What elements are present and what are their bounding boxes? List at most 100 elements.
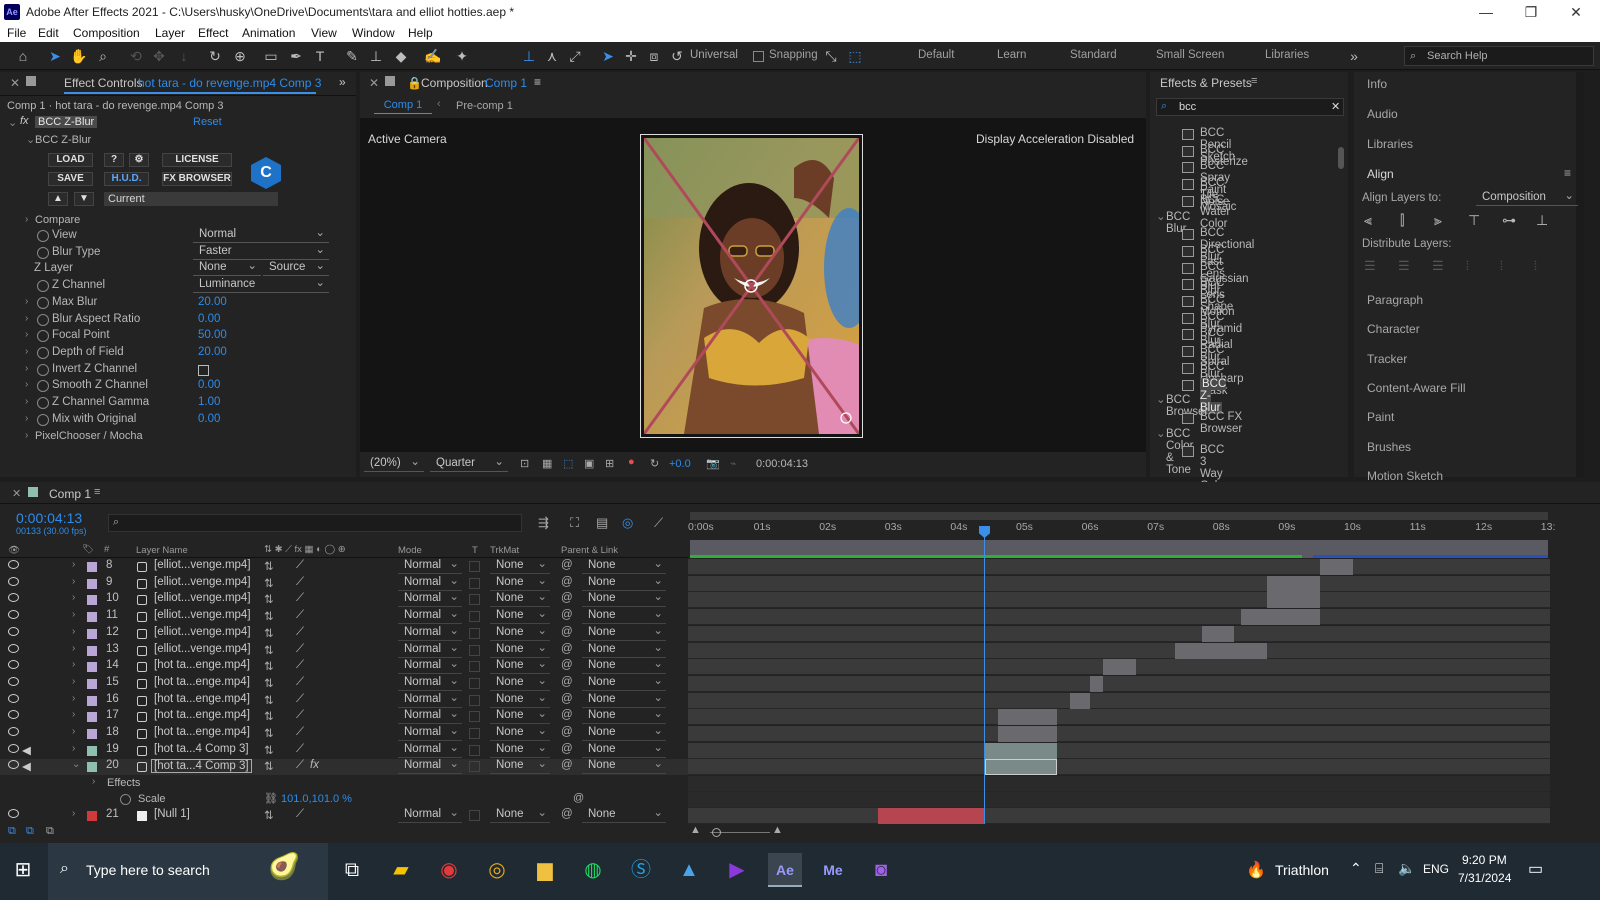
visibility-eye-icon[interactable]	[8, 676, 19, 686]
roto-brush-icon[interactable]: ✍	[424, 47, 442, 65]
prop-expand-icon[interactable]: ›	[25, 363, 28, 374]
audio-speaker-icon[interactable]: ◀	[22, 759, 31, 773]
visibility-eye-icon[interactable]	[8, 727, 19, 736]
quality-switch-icon[interactable]: ⟋	[296, 693, 304, 706]
prop-expand-icon[interactable]: ›	[25, 379, 28, 390]
layer-label-color[interactable]	[87, 745, 97, 756]
pickwhip-icon[interactable]: @	[561, 693, 573, 705]
prop-value[interactable]: 0.00	[198, 313, 220, 325]
skype-icon[interactable]: Ⓢ	[624, 853, 658, 887]
prop-expand-icon[interactable]: ›	[25, 329, 28, 340]
layer-track[interactable]	[688, 726, 1550, 742]
taskbar-search[interactable]: ⌕ Type here to search 🥑	[48, 843, 328, 900]
effect-controls-target[interactable]: hot tara - do revenge.mp4 Comp 3	[138, 76, 321, 90]
zoom-slider-thumb[interactable]	[712, 828, 721, 837]
local-axis-icon[interactable]: ⊥	[520, 47, 538, 65]
layer-row[interactable]: ›11[elliot...venge.mp4]⇅⟋NormalNone@None	[0, 606, 688, 625]
layer-expand-icon[interactable]: ›	[72, 609, 75, 620]
network-icon[interactable]: ⌸	[1375, 860, 1383, 877]
collapse-arrow-icon[interactable]: ⌄	[8, 116, 17, 129]
reset-exposure-icon[interactable]: ↻	[650, 457, 659, 470]
info-panel-tab[interactable]: Info	[1367, 77, 1387, 91]
prop-dropdown[interactable]: Luminance	[193, 275, 329, 294]
pen-tool-icon[interactable]: ✒	[287, 47, 305, 65]
effects-expand-icon[interactable]: ›	[92, 776, 95, 787]
eraser-tool-icon[interactable]: ◆	[392, 47, 410, 65]
shy-switch-icon[interactable]: ⇅	[264, 659, 274, 673]
stopwatch-icon[interactable]	[37, 363, 49, 376]
effect-item[interactable]: BCC Radial Blur	[1182, 327, 1233, 363]
layer-label-color[interactable]	[87, 612, 97, 623]
layer-name[interactable]: [hot ta...4 Comp 3]	[154, 743, 249, 755]
prop-dropdown[interactable]: Normal	[193, 225, 329, 243]
layer-clip-bar[interactable]	[1267, 592, 1320, 609]
pickwhip-icon[interactable]: @	[561, 743, 573, 755]
visibility-eye-icon[interactable]	[8, 610, 19, 620]
reset-link[interactable]: Reset	[193, 116, 222, 128]
preserve-transparency-checkbox[interactable]	[469, 644, 480, 656]
timeline-menu-icon[interactable]: ≡	[94, 486, 100, 498]
file-explorer-icon[interactable]: ▆	[528, 853, 562, 887]
menu-view[interactable]: View	[311, 26, 337, 40]
layer-name[interactable]: [hot ta...enge.mp4]	[154, 693, 250, 705]
effects-menu-icon[interactable]: ≡	[1251, 75, 1257, 87]
zoom-tool-icon[interactable]: ⌕	[94, 47, 112, 65]
null-layer-row[interactable]: › 21 [Null 1] ⇅ ⟋ Normal None @ None	[0, 805, 688, 824]
comp-viewer[interactable]: Active Camera Display Acceleration Disab…	[360, 118, 1146, 452]
pickwhip-icon[interactable]: @	[561, 659, 573, 671]
align-left-icon[interactable]: ⫷	[1364, 212, 1372, 229]
weather-label[interactable]: Triathlon	[1275, 862, 1329, 878]
modes-toggle-icon[interactable]: ⧉	[46, 825, 54, 838]
effect-item[interactable]: BCC Tile Mosaic	[1182, 177, 1236, 213]
spotify-icon[interactable]: ◍	[576, 853, 610, 887]
world-axis-icon[interactable]: ⋏	[543, 47, 561, 65]
volume-icon[interactable]: 🔈	[1398, 860, 1415, 877]
preserve-transparency-checkbox[interactable]	[469, 561, 480, 572]
parent-dropdown[interactable]: None	[582, 756, 666, 775]
preserve-transparency-checkbox[interactable]	[469, 728, 480, 739]
clock-time[interactable]: 9:20 PM	[1462, 853, 1507, 867]
panel-expand-icon[interactable]: »	[339, 75, 346, 89]
layer-row[interactable]: ›12[elliot...venge.mp4]⇅⟋NormalNone@None	[0, 623, 688, 642]
layer-name[interactable]: [elliot...venge.mp4]	[154, 626, 251, 638]
preserve-transparency-checkbox[interactable]	[469, 761, 480, 773]
pickwhip-icon[interactable]: @	[561, 726, 573, 738]
layer-label-color[interactable]	[87, 645, 97, 656]
brushes-panel-tab[interactable]: Brushes	[1367, 440, 1411, 454]
clock-date[interactable]: 7/31/2024	[1458, 871, 1511, 885]
render-time-icon[interactable]: ⧉	[8, 825, 16, 838]
show-snapshot-icon[interactable]: ⌁	[730, 457, 737, 470]
shy-switch-icon[interactable]: ⇅	[264, 643, 274, 657]
effect-category[interactable]: ⌄BCC Browser	[1156, 394, 1208, 418]
constrain-link-icon[interactable]: ⛓	[264, 792, 278, 805]
layer-expand-icon[interactable]: ›	[72, 559, 75, 570]
pickwhip-icon[interactable]: @	[561, 709, 573, 721]
pickwhip-icon[interactable]: @	[561, 676, 573, 688]
preserve-transparency-checkbox[interactable]	[469, 611, 480, 623]
zoom-out-icon[interactable]: ▲	[690, 824, 701, 836]
prop-value[interactable]: 0.00	[198, 379, 220, 391]
layer-expand-icon[interactable]: ›	[72, 592, 75, 603]
grid-guides-icon[interactable]: ⊞	[605, 457, 614, 470]
help-button[interactable]: ?	[104, 153, 124, 167]
layer-clip-bar[interactable]	[985, 742, 1058, 759]
effect-item[interactable]: BCC Pencil Sketch	[1182, 127, 1235, 163]
quality-switch-icon[interactable]: ⟋	[296, 626, 304, 639]
layer-track[interactable]	[688, 675, 1550, 692]
hand-tool-icon[interactable]: ✋	[70, 47, 88, 65]
layer-name[interactable]: [elliot...venge.mp4]	[154, 576, 251, 588]
workspace-standard[interactable]: Standard	[1070, 49, 1117, 61]
shy-switch-icon[interactable]: ⇅	[264, 709, 274, 723]
visibility-eye-icon[interactable]	[8, 643, 19, 653]
rectangle-tool-icon[interactable]: ▭	[262, 47, 280, 65]
minimize-button[interactable]: —	[1466, 2, 1506, 22]
layer-row[interactable]: ›8[elliot...venge.mp4]⇅⟋NormalNone@None	[0, 556, 688, 575]
layer-track[interactable]	[688, 692, 1550, 709]
preserve-transparency-checkbox[interactable]	[469, 594, 480, 606]
fx-browser-button[interactable]: FX BROWSER	[162, 172, 232, 186]
prop-dropdown[interactable]: Faster	[193, 242, 329, 260]
layer-name[interactable]: [Null 1]	[154, 808, 190, 820]
comp-mini-flowchart-icon[interactable]: ⇶	[538, 515, 549, 531]
twitch-icon[interactable]: ◙	[864, 853, 898, 887]
region-of-interest-icon[interactable]: ▣	[584, 457, 594, 470]
